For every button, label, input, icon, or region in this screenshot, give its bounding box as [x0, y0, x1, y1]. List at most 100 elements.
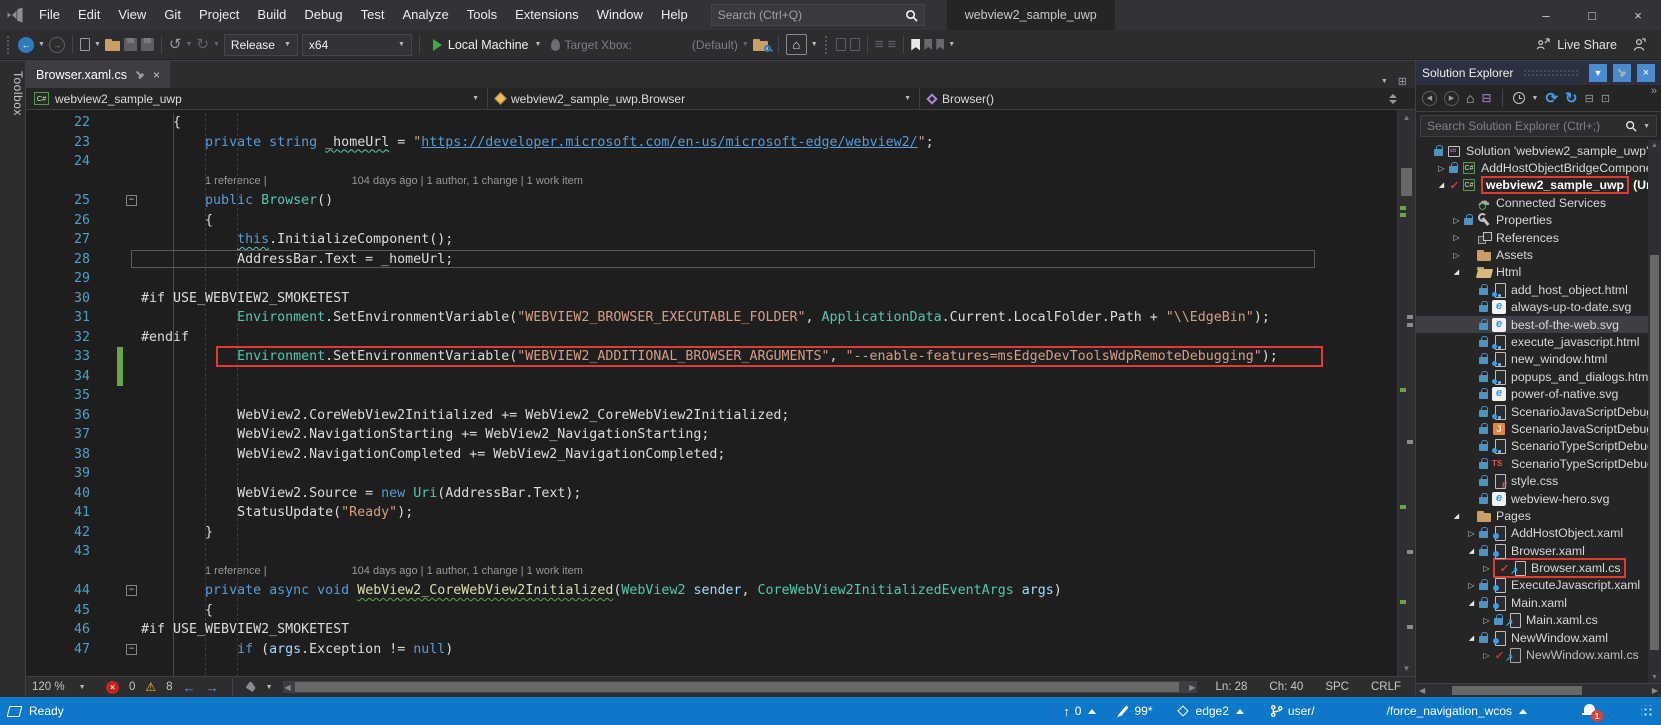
zoom-select[interactable]: 120 % ▼ — [32, 681, 96, 693]
tree-item-addhostobject-xaml[interactable]: ▷ AddHostObject.xaml — [1416, 525, 1648, 542]
tree-item-webview2-sample-uwp[interactable]: ◢✓ webview2_sample_uwp (Unive — [1416, 176, 1648, 195]
tab-list-dropdown[interactable]: ▼ — [1381, 78, 1388, 85]
solution-explorer-header[interactable]: Solution Explorer ▼ × — [1416, 61, 1661, 85]
push-status[interactable]: ↑ 0 — [1063, 704, 1097, 719]
copy-document-icon[interactable] — [849, 38, 860, 51]
code-line-42[interactable]: 42 } — [26, 523, 1397, 543]
expand-icon[interactable]: ▷ — [1465, 581, 1478, 590]
tree-item-references[interactable]: ▷ References — [1416, 229, 1648, 246]
notifications-bell[interactable]: 1 — [1582, 703, 1603, 722]
navbar-updown-icon[interactable] — [1379, 93, 1407, 104]
scroll-up-icon[interactable]: ▲ — [1398, 113, 1415, 122]
code-line-40[interactable]: 40 WebView2.Source = new Uri(AddressBar.… — [26, 484, 1397, 504]
codelens-row[interactable]: 1 reference | 104 days ago | 1 author, 1 … — [26, 562, 1397, 582]
tree-item-solution-webview2-sample-uwp-3[interactable]: Solution 'webview2_sample_uwp' (3 — [1416, 142, 1648, 159]
platform-select[interactable]: x64 ▼ — [301, 33, 412, 56]
editor-horizontal-scrollbar[interactable]: ◀ ▶ — [282, 681, 1198, 693]
filter-dropdown[interactable]: ▼ — [1532, 95, 1539, 102]
tree-item-connected-services[interactable]: Connected Services — [1416, 193, 1648, 211]
background-tasks-icon[interactable] — [6, 705, 23, 717]
expand-icon[interactable]: ▷ — [1435, 164, 1448, 173]
code-line-44[interactable]: 44− private async void WebView2_CoreWebV… — [26, 581, 1397, 601]
pending-changes-filter-icon[interactable] — [1512, 92, 1525, 104]
bookmark-dropdown[interactable]: ▼ — [948, 41, 955, 48]
collapse-icon[interactable]: ◢ — [1465, 547, 1478, 555]
code-line-30[interactable]: 30 #if USE_WEBVIEW2_SMOKETEST — [26, 289, 1397, 309]
toolbox-tab[interactable]: Toolbox — [0, 61, 26, 697]
editor-vertical-scrollbar[interactable]: ▲ ▼ — [1397, 110, 1415, 676]
redo-icon[interactable]: ↻ — [196, 37, 209, 52]
expand-icon[interactable]: ▷ — [1465, 529, 1478, 538]
preview-selected-icon[interactable]: ⊡ — [1601, 92, 1610, 105]
menu-item-project[interactable]: Project — [190, 0, 248, 30]
code-line-39[interactable]: 39 — [26, 464, 1397, 484]
tree-item-webview-hero-svg[interactable]: webview-hero.svg — [1416, 490, 1648, 507]
panel-menu-icon[interactable]: ▼ — [1589, 64, 1607, 82]
menu-item-debug[interactable]: Debug — [295, 0, 351, 30]
tree-item-html[interactable]: ◢ Html — [1416, 264, 1648, 281]
navigate-backward-icon[interactable]: ← — [183, 680, 196, 695]
task-status[interactable]: /force_navigation_wcos — [1387, 704, 1527, 718]
repository-status[interactable]: user/ — [1270, 704, 1315, 718]
code-line-41[interactable]: 41 StatusUpdate("Ready"); — [26, 503, 1397, 523]
code-line-25[interactable]: 25− public Browser() — [26, 191, 1397, 211]
scrollbar-thumb[interactable] — [294, 682, 1180, 692]
fold-toggle-icon[interactable]: − — [126, 643, 137, 655]
menu-item-file[interactable]: File — [30, 0, 69, 30]
tree-item-style-css[interactable]: style.css — [1416, 472, 1648, 490]
code-line-31[interactable]: 31 Environment.SetEnvironmentVariable("W… — [26, 308, 1397, 328]
code-line-43[interactable]: 43 — [26, 542, 1397, 562]
attach-icon[interactable] — [835, 38, 846, 51]
code-line-35[interactable]: 35 — [26, 386, 1397, 406]
code-cleanup-dropdown[interactable]: ▼ — [266, 684, 273, 691]
decrease-indent-icon[interactable]: ≡ — [875, 37, 884, 52]
tab-close-icon[interactable]: × — [153, 68, 160, 82]
menu-item-window[interactable]: Window — [588, 0, 652, 30]
expand-icon[interactable]: ▷ — [1480, 616, 1493, 625]
code-line-33[interactable]: 33 Environment.SetEnvironmentVariable("W… — [26, 346, 1397, 367]
undo-dropdown[interactable]: ▼ — [185, 41, 192, 48]
code-editor[interactable]: 22 {23 private string _homeUrl = "https:… — [26, 110, 1397, 676]
menu-item-tools[interactable]: Tools — [458, 0, 506, 30]
code-line-46[interactable]: 46 #if USE_WEBVIEW2_SMOKETEST — [26, 620, 1397, 640]
expand-icon[interactable]: ▷ — [1480, 651, 1493, 660]
breadcrumb-type[interactable]: webview2_sample_uwp.Browser ▼ — [488, 88, 920, 109]
collapse-icon[interactable]: ◢ — [1465, 634, 1478, 642]
error-count-icon[interactable]: × — [106, 680, 119, 694]
code-line-27[interactable]: 27 this.InitializeComponent(); — [26, 230, 1397, 250]
tree-item-assets[interactable]: ▷ Assets — [1416, 246, 1648, 263]
close-button[interactable]: × — [1615, 0, 1661, 30]
tree-item-popups-and-dialogs-htm[interactable]: popups_and_dialogs.htm — [1416, 368, 1648, 385]
code-line-36[interactable]: 36 WebView2.CoreWebView2Initialized += W… — [26, 406, 1397, 426]
tree-item-main-xaml-cs[interactable]: ▷ Main.xaml.cs — [1416, 612, 1648, 629]
collapse-all-icon[interactable]: ⊟ — [1585, 92, 1594, 105]
tree-item-pages[interactable]: ◢ Pages — [1416, 507, 1648, 524]
home-icon[interactable]: ⌂ — [785, 34, 807, 55]
menu-item-edit[interactable]: Edit — [69, 0, 109, 30]
expand-icon[interactable]: ▷ — [1450, 251, 1463, 260]
navigate-back-icon[interactable]: ← — [18, 36, 34, 53]
deploy-target-select[interactable]: (Default) — [692, 38, 738, 52]
collapse-icon[interactable]: ◢ — [1435, 181, 1448, 189]
code-line-26[interactable]: 26 { — [26, 211, 1397, 231]
menu-item-view[interactable]: View — [109, 0, 155, 30]
toolbar-drag-handle[interactable] — [7, 35, 11, 54]
save-icon[interactable] — [123, 38, 137, 51]
expand-icon[interactable]: ▷ — [1450, 216, 1463, 225]
panel-pin-icon[interactable] — [1613, 64, 1631, 82]
tree-vertical-scrollbar[interactable]: ▲ ▼ — [1648, 140, 1661, 683]
fold-toggle-icon[interactable]: − — [126, 195, 137, 206]
minimize-button[interactable]: – — [1523, 0, 1569, 30]
open-folder-icon[interactable] — [104, 38, 120, 51]
line-ending-indicator[interactable]: CRLF — [1371, 681, 1401, 693]
search-options-dropdown[interactable]: ▼ — [1643, 123, 1650, 130]
tree-item-addhostobjectbridgecompone[interactable]: ▷ AddHostObjectBridgeCompone — [1416, 159, 1648, 176]
previous-bookmark-icon[interactable] — [924, 39, 933, 50]
tree-item-new-window-html[interactable]: new_window.html — [1416, 351, 1648, 368]
sync-with-active-document-icon[interactable]: ⟳ — [1545, 91, 1558, 106]
navigate-forward-icon[interactable]: → — [206, 680, 219, 695]
codelens-row[interactable]: 1 reference | 104 days ago | 1 author, 1 … — [26, 172, 1397, 192]
code-line-29[interactable]: 29 — [26, 269, 1397, 289]
warning-icon[interactable]: ⚠ — [145, 681, 156, 693]
redo-dropdown[interactable]: ▼ — [213, 41, 220, 48]
